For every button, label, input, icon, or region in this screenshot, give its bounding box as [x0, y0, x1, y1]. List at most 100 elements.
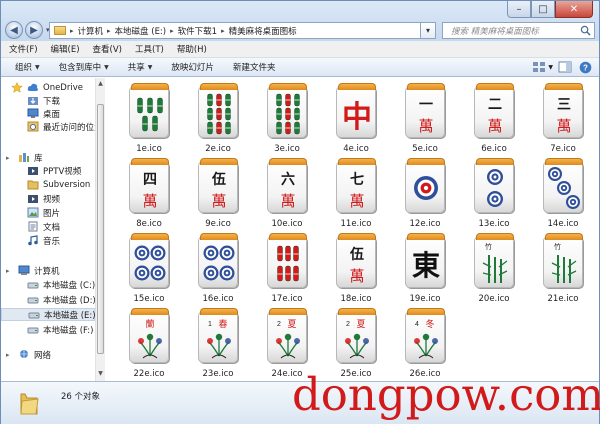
sidebar-item-drive-f[interactable]: 本地磁盘 (F:) [1, 323, 95, 336]
file-item[interactable]: 東 19e.ico [391, 232, 459, 308]
file-item[interactable]: 三萬 7e.ico [529, 82, 597, 158]
folder-icon [54, 26, 66, 35]
change-view-button[interactable] [531, 59, 547, 75]
sidebar-item-videos[interactable]: 视频 [1, 192, 95, 205]
svg-text:1: 1 [208, 321, 212, 328]
window-controls: – □ ✕ [507, 1, 593, 19]
mahjong-tile-icon [405, 158, 445, 213]
mahjong-tile-icon [129, 233, 169, 288]
file-item[interactable]: 1e.ico [115, 82, 183, 158]
file-item[interactable]: 16e.ico [184, 232, 252, 308]
documents-icon [28, 221, 38, 232]
sidebar-item-drive-e[interactable]: 本地磁盘 (E:) [1, 308, 95, 321]
mahjong-tile-icon: 七萬 [336, 158, 376, 213]
sidebar-item-music[interactable]: 音乐 [1, 234, 95, 247]
file-name: 5e.ico [412, 144, 438, 154]
file-item[interactable]: 14e.ico [529, 157, 597, 233]
menu-file[interactable]: 文件(F) [9, 43, 38, 55]
back-button[interactable]: ◀ [5, 21, 23, 39]
chevron-down-icon[interactable]: ▼ [548, 64, 553, 71]
expand-arrow-icon[interactable]: ▸ [6, 267, 10, 275]
sidebar-item-drive-c[interactable]: 本地磁盘 (C:) [1, 278, 95, 291]
sidebar-item-documents[interactable]: 文档 [1, 220, 95, 233]
scrollbar-thumb[interactable] [97, 104, 104, 354]
include-in-library-button[interactable]: 包含到库中 ▼ [59, 61, 109, 73]
file-name: 11e.ico [340, 219, 372, 229]
file-item[interactable]: 17e.ico [253, 232, 321, 308]
sidebar-group-computer[interactable]: ▸ 计算机 [1, 264, 95, 277]
expand-arrow-icon[interactable]: ▸ [6, 154, 10, 162]
explorer-window: – □ ✕ ◀ ▶ ▾ ▸ 计算机 ▸ 本地磁盘 (E:) ▸ 软件下载1 ▸ … [0, 0, 600, 424]
sidebar-group-libraries[interactable]: ▸ 库 [1, 151, 95, 164]
breadcrumb-drive-e[interactable]: 本地磁盘 (E:) [112, 25, 170, 37]
svg-text:冬: 冬 [425, 318, 434, 330]
menu-view[interactable]: 查看(V) [93, 43, 122, 55]
mahjong-tile-icon: 四萬 [129, 158, 169, 213]
file-name: 23e.ico [202, 369, 234, 379]
menu-help[interactable]: 帮助(H) [177, 43, 207, 55]
music-icon [28, 235, 38, 246]
file-item[interactable]: 12e.ico [391, 157, 459, 233]
file-item[interactable]: 3e.ico [253, 82, 321, 158]
scroll-down-icon[interactable]: ▼ [97, 370, 104, 379]
forward-button[interactable]: ▶ [25, 21, 43, 39]
sidebar-item-drive-d[interactable]: 本地磁盘 (D:) [1, 293, 95, 306]
sidebar-item-pictures[interactable]: 图片 [1, 206, 95, 219]
breadcrumb-computer[interactable]: 计算机 [75, 25, 107, 37]
mahjong-tile-icon: 伍萬 [336, 233, 376, 288]
share-button[interactable]: 共享 ▼ [128, 61, 153, 73]
help-button[interactable]: ? [577, 59, 593, 75]
address-bar[interactable]: ▸ 计算机 ▸ 本地磁盘 (E:) ▸ 软件下载1 ▸ 精美麻将桌面图标 [49, 22, 421, 39]
file-item[interactable]: 蘭 22e.ico [115, 307, 183, 383]
mahjong-tile-icon: 三萬 [543, 83, 583, 138]
sidebar-item-label: 音乐 [43, 236, 61, 247]
menu-edit[interactable]: 编辑(E) [51, 43, 80, 55]
breadcrumb-download-folder[interactable]: 软件下载1 [175, 25, 220, 37]
file-item[interactable]: 春 1 23e.ico [184, 307, 252, 383]
file-item[interactable]: 竹 20e.ico [460, 232, 528, 308]
file-item[interactable]: 13e.ico [460, 157, 528, 233]
maximize-button[interactable]: □ [531, 1, 555, 18]
file-item[interactable]: 中 4e.ico [322, 82, 390, 158]
menu-tools[interactable]: 工具(T) [135, 43, 164, 55]
sidebar-item-desktop[interactable]: 桌面 [1, 107, 95, 120]
file-item[interactable]: 四萬 8e.ico [115, 157, 183, 233]
new-folder-button[interactable]: 新建文件夹 [233, 61, 276, 73]
file-item[interactable]: 六萬 10e.ico [253, 157, 321, 233]
svg-text:夏: 夏 [287, 319, 296, 330]
preview-pane-button[interactable] [557, 59, 573, 75]
file-item[interactable]: 七萬 11e.ico [322, 157, 390, 233]
sidebar-item-downloads[interactable]: 下载 [1, 94, 95, 107]
expand-arrow-icon[interactable]: ▸ [6, 351, 10, 359]
file-item[interactable]: 二萬 6e.ico [460, 82, 528, 158]
file-item[interactable]: 15e.ico [115, 232, 183, 308]
sidebar-item-subversion[interactable]: Subversion [1, 178, 95, 191]
navigation-scrollbar[interactable]: ▲ ▼ [95, 78, 105, 381]
mahjong-tile-icon [267, 233, 307, 288]
sidebar-group-network[interactable]: ▸ 网络 [1, 348, 95, 361]
minimize-button[interactable]: – [507, 1, 531, 18]
close-button[interactable]: ✕ [555, 1, 593, 18]
sidebar-item-recent-places[interactable]: 最近访问的位置 [1, 120, 95, 133]
file-item[interactable]: 一萬 5e.ico [391, 82, 459, 158]
file-item[interactable]: 竹 21e.ico [529, 232, 597, 308]
svg-text:萬: 萬 [142, 192, 157, 210]
svg-text:三: 三 [557, 97, 571, 113]
file-item[interactable]: 伍萬 9e.ico [184, 157, 252, 233]
slideshow-button[interactable]: 放映幻灯片 [171, 61, 214, 73]
address-dropdown-button[interactable]: ▾ [421, 22, 436, 39]
network-icon [20, 350, 28, 358]
file-item[interactable]: 2e.ico [184, 82, 252, 158]
search-input[interactable]: 搜索 精美麻将桌面图标 [442, 22, 595, 39]
mahjong-tile-icon [198, 83, 238, 138]
search-icon[interactable] [580, 25, 591, 36]
folder-icon [20, 393, 39, 415]
svg-text:竹: 竹 [485, 242, 492, 251]
sidebar-item-pptv-video[interactable]: PPTV视频 [1, 164, 95, 177]
organize-button[interactable]: 组织 ▼ [15, 61, 40, 73]
svg-text:2: 2 [346, 321, 350, 328]
file-item[interactable]: 伍萬 18e.ico [322, 232, 390, 308]
new-folder-label: 新建文件夹 [232, 63, 276, 73]
breadcrumb-current-folder[interactable]: 精美麻将桌面图标 [226, 25, 300, 37]
scroll-up-icon[interactable]: ▲ [97, 80, 104, 89]
